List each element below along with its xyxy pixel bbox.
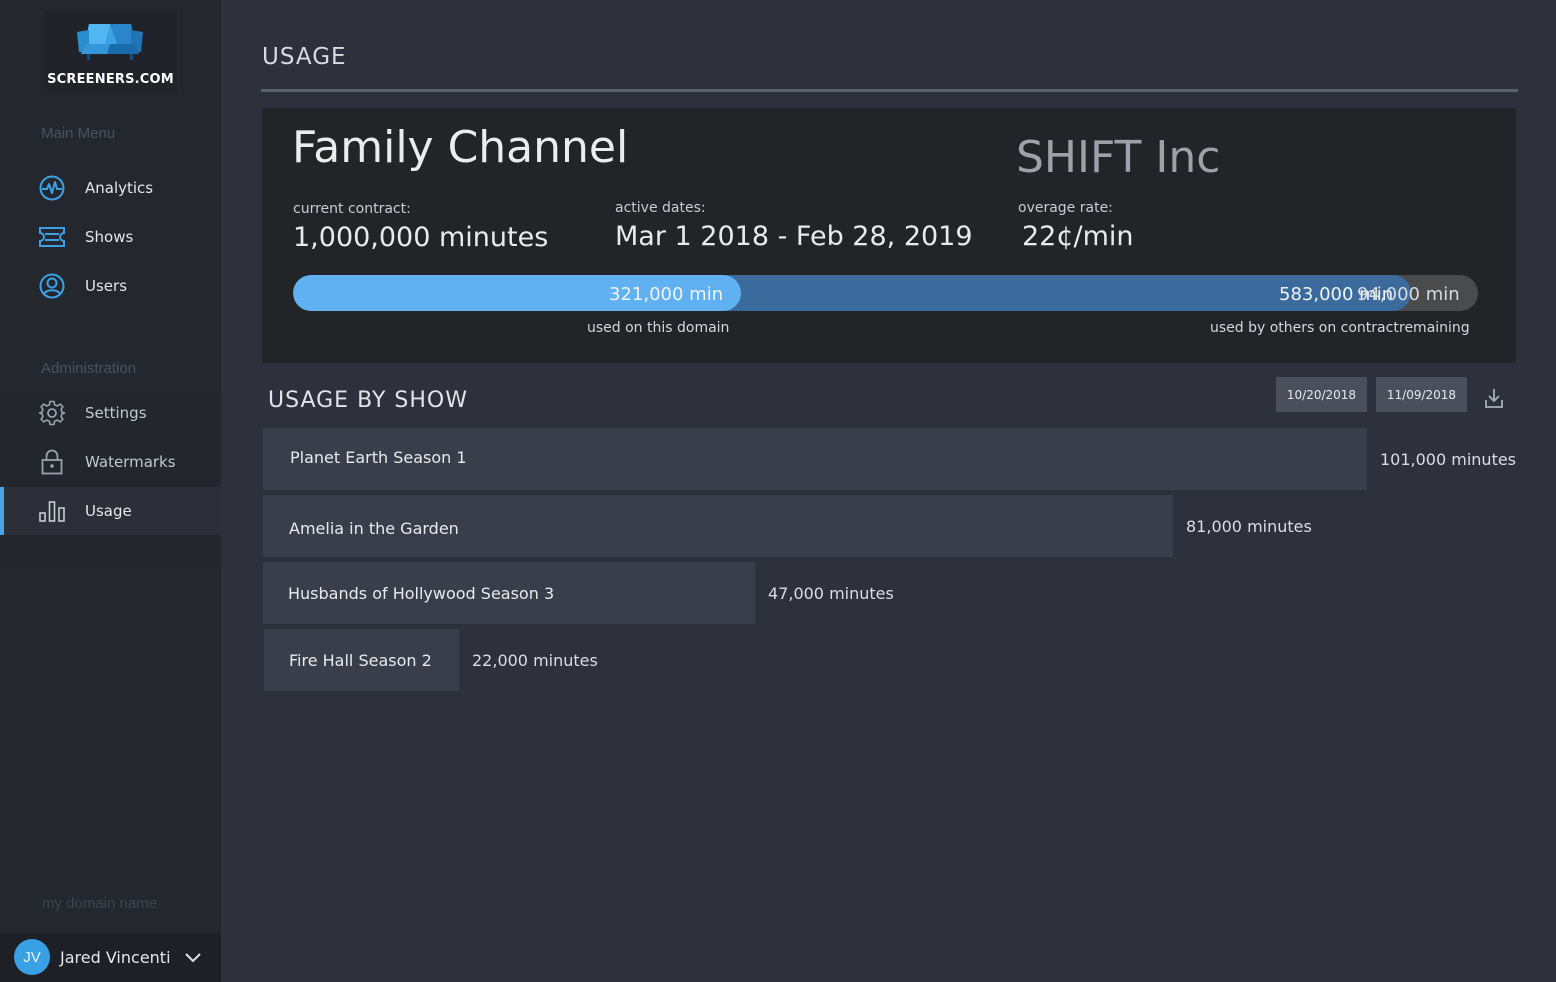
channel-name: Family Channel (292, 122, 629, 173)
show-minutes: 81,000 minutes (1186, 517, 1312, 536)
active-dates-label: active dates: (615, 200, 706, 216)
show-name: Amelia in the Garden (289, 519, 459, 538)
gear-icon (39, 400, 65, 426)
remaining-usage-value: 94,000 min (1357, 284, 1460, 305)
brand-name: SCREENERS.COM (47, 72, 174, 87)
list-item[interactable]: Planet Earth Season 1 101,000 minutes (0, 428, 1556, 490)
activity-icon (39, 175, 65, 201)
sidebar-item-label: Analytics (85, 179, 154, 197)
list-item[interactable]: Fire Hall Season 2 22,000 minutes (0, 629, 1556, 691)
remaining-usage-caption: remaining (1399, 320, 1470, 336)
current-contract-value: 1,000,000 minutes (293, 222, 549, 253)
list-item[interactable]: Amelia in the Garden 81,000 minutes (0, 495, 1556, 557)
domain-usage-value: 321,000 min (609, 284, 724, 305)
page-title: USAGE (262, 44, 347, 70)
user-name[interactable]: Jared Vincenti (60, 948, 171, 967)
title-divider (261, 89, 1518, 92)
sidebar-item-shows[interactable]: Shows (0, 213, 221, 261)
show-minutes: 22,000 minutes (472, 651, 598, 670)
date-from-picker[interactable]: 10/20/2018 (1276, 377, 1367, 412)
overage-rate-label: overage rate: (1018, 200, 1113, 216)
sidebar-item-label: Users (85, 277, 128, 295)
user-circle-icon (39, 273, 65, 299)
administration-heading: Administration (41, 360, 137, 377)
show-name: Husbands of Hollywood Season 3 (288, 584, 555, 603)
domain-usage-caption: used on this domain (587, 320, 730, 336)
current-contract-label: current contract: (293, 201, 411, 217)
sidebar-item-users[interactable]: Users (0, 262, 221, 310)
brand-logo[interactable]: SCREENERS.COM (44, 10, 177, 92)
contract-summary-card: Family Channel SHIFT Inc current contrac… (262, 108, 1516, 363)
usage-progress-bar: 321,000 min 583,000 min 94,000 min (293, 275, 1478, 311)
active-dates-value: Mar 1 2018 - Feb 28, 2019 (615, 221, 973, 252)
sidebar-item-label: Shows (85, 228, 134, 246)
chevron-down-icon[interactable] (184, 949, 202, 968)
domain-name[interactable]: my domain name (42, 895, 157, 912)
sidebar-item-analytics[interactable]: Analytics (0, 164, 221, 212)
show-minutes: 47,000 minutes (768, 584, 894, 603)
list-item[interactable]: Husbands of Hollywood Season 3 47,000 mi… (0, 562, 1556, 624)
download-icon[interactable] (1482, 386, 1506, 414)
show-name: Planet Earth Season 1 (290, 448, 467, 467)
avatar[interactable]: JV (14, 939, 50, 975)
sidebar: SCREENERS.COM Main Menu Analytics Shows … (0, 0, 221, 982)
company-name: SHIFT Inc (1016, 132, 1221, 183)
show-name: Fire Hall Season 2 (289, 651, 432, 670)
others-usage-caption: used by others on contract (1210, 320, 1399, 336)
ticket-icon (39, 224, 65, 250)
show-minutes: 101,000 minutes (1380, 450, 1517, 469)
sofa-logo-icon (77, 24, 143, 60)
sidebar-item-label: Settings (85, 404, 147, 422)
user-menu[interactable]: JV Jared Vincenti (0, 933, 221, 982)
date-to-picker[interactable]: 11/09/2018 (1376, 377, 1467, 412)
overage-rate-value: 22¢/min (1022, 221, 1134, 252)
main-menu-heading: Main Menu (41, 125, 116, 142)
usage-by-show-title: USAGE BY SHOW (268, 388, 468, 413)
